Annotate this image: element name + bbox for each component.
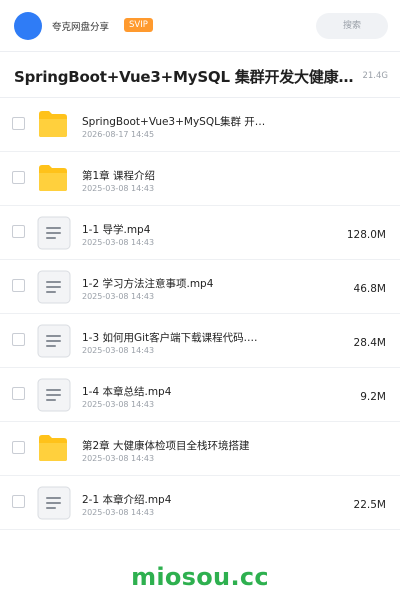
folder-size: 21.4G (362, 71, 388, 81)
item-name: 1-2 学习方法注意事项.mp4 (82, 278, 214, 290)
top-bar: 夸克网盘分享 SVIP 搜索 (0, 0, 400, 52)
item-name: 1-3 如何用Git客户端下载课程代码.mp4 (82, 332, 262, 344)
item-date: 2025-03-08 14:43 (82, 454, 155, 463)
item-name: 第1章 课程介绍 (82, 170, 156, 182)
item-size: 28.4M (353, 337, 386, 349)
video-file-icon (37, 270, 71, 304)
file-row[interactable]: 1-1 导学.mp4 2025-03-08 14:43 128.0M (0, 206, 400, 260)
item-name: 1-4 本章总结.mp4 (82, 386, 172, 398)
item-name: 1-1 导学.mp4 (82, 224, 151, 236)
row-checkbox[interactable] (12, 171, 25, 184)
folder-header: SpringBoot+Vue3+MySQL 集群开发大健康体检… 21.4G (0, 52, 400, 98)
item-name: SpringBoot+Vue3+MySQL集群 开… (82, 116, 266, 128)
folder-icon (38, 434, 68, 462)
row-checkbox[interactable] (12, 279, 25, 292)
item-size: 128.0M (346, 229, 386, 241)
item-date: 2025-03-08 14:43 (82, 400, 155, 409)
folder-title: SpringBoot+Vue3+MySQL 集群开发大健康体检… (14, 68, 356, 86)
svip-badge: SVIP (124, 18, 153, 32)
item-size: 46.8M (353, 283, 386, 295)
row-checkbox[interactable] (12, 225, 25, 238)
folder-icon (38, 164, 68, 192)
item-date: 2025-03-08 14:43 (82, 238, 155, 247)
row-checkbox[interactable] (12, 117, 25, 130)
avatar[interactable] (14, 12, 42, 40)
item-date: 2026-08-17 14:45 (82, 130, 155, 139)
file-row[interactable]: 2-1 本章介绍.mp4 2025-03-08 14:43 22.5M (0, 476, 400, 530)
file-row[interactable]: 1-2 学习方法注意事项.mp4 2025-03-08 14:43 46.8M (0, 260, 400, 314)
item-name: 第2章 大健康体检项目全栈环境搭建 (82, 440, 250, 452)
watermark: miosou.cc (131, 563, 269, 591)
video-file-icon (37, 324, 71, 358)
folder-row[interactable]: SpringBoot+Vue3+MySQL集群 开… 2026-08-17 14:… (0, 98, 400, 152)
video-file-icon (37, 378, 71, 412)
row-checkbox[interactable] (12, 441, 25, 454)
folder-row[interactable]: 第2章 大健康体检项目全栈环境搭建 2025-03-08 14:43 (0, 422, 400, 476)
item-size: 22.5M (353, 499, 386, 511)
item-date: 2025-03-08 14:43 (82, 346, 155, 355)
file-row[interactable]: 1-3 如何用Git客户端下载课程代码.mp4 2025-03-08 14:43 2… (0, 314, 400, 368)
item-date: 2025-03-08 14:43 (82, 184, 155, 193)
folder-row[interactable]: 第1章 课程介绍 2025-03-08 14:43 (0, 152, 400, 206)
item-name: 2-1 本章介绍.mp4 (82, 494, 172, 506)
item-size: 9.2M (360, 391, 386, 403)
file-row[interactable]: 1-4 本章总结.mp4 2025-03-08 14:43 9.2M (0, 368, 400, 422)
row-checkbox[interactable] (12, 387, 25, 400)
row-checkbox[interactable] (12, 333, 25, 346)
folder-icon (38, 110, 68, 138)
search-button[interactable]: 搜索 (316, 13, 388, 39)
app-name: 夸克网盘分享 (52, 22, 110, 33)
item-date: 2025-03-08 14:43 (82, 292, 155, 301)
video-file-icon (37, 216, 71, 250)
video-file-icon (37, 486, 71, 520)
row-checkbox[interactable] (12, 495, 25, 508)
file-list: SpringBoot+Vue3+MySQL集群 开… 2026-08-17 14:… (0, 98, 400, 530)
item-date: 2025-03-08 14:43 (82, 508, 155, 517)
